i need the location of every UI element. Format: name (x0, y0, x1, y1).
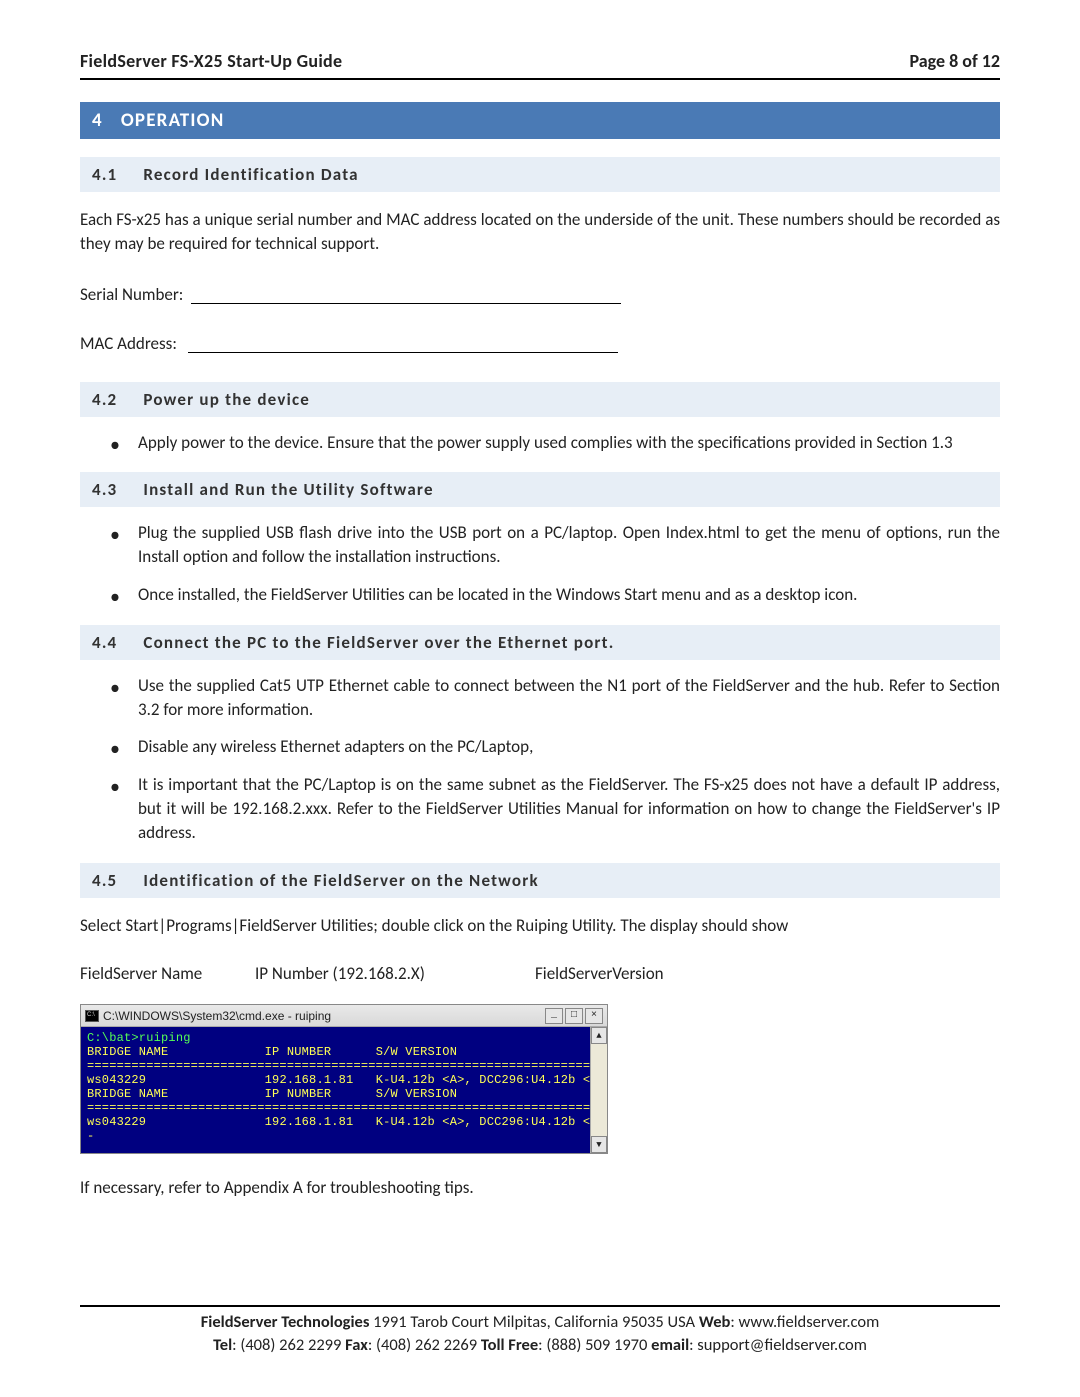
close-button[interactable]: × (585, 1008, 603, 1024)
minimize-button[interactable]: _ (545, 1008, 563, 1024)
doc-title: FieldServer FS-X25 Start-Up Guide (80, 50, 342, 72)
footer-text: FieldServer Technologies 1991 Tarob Cour… (80, 1311, 1000, 1357)
footer-tollfree: : (888) 509 1970 (538, 1335, 651, 1355)
footer-tollfree-label: Toll Free (481, 1335, 538, 1355)
cmd-hdr-bridge: BRIDGE NAME (87, 1087, 168, 1101)
col-fs-name: FieldServer Name (80, 963, 255, 984)
list-item: Plug the supplied USB flash drive into t… (110, 521, 1000, 569)
subsection-number: 4.4 (92, 632, 117, 653)
s41-paragraph: Each FS-x25 has a unique serial number a… (80, 208, 1000, 256)
scroll-down-icon[interactable]: ▼ (591, 1136, 607, 1153)
page-number: Page 8 of 12 (910, 50, 1000, 72)
cmd-row-ver: K-U4.12b <A>, DCC296:U4.12b <A> (376, 1073, 590, 1087)
cmd-hdr-bridge: BRIDGE NAME (87, 1045, 168, 1059)
page-header: FieldServer FS-X25 Start-Up Guide Page 8… (80, 50, 1000, 72)
section-number: 4 (92, 109, 103, 132)
mac-address-field: MAC Address: (80, 333, 1000, 354)
cmd-row-ver: K-U4.12b <A>, DCC296:U4.12b <A> (376, 1115, 590, 1129)
cmd-hdr-sv: S/W VERSION (376, 1045, 457, 1059)
footer-rule (80, 1305, 1000, 1307)
list-item: Disable any wireless Ethernet adapters o… (110, 735, 1000, 759)
cmd-row-name: ws043229 (87, 1115, 146, 1129)
subsection-4-5-banner: 4.5 Identification of the FieldServer on… (80, 863, 1000, 898)
subsection-title: Identification of the FieldServer on the… (143, 870, 538, 891)
page-footer: FieldServer Technologies 1991 Tarob Cour… (80, 1305, 1000, 1357)
cmd-cursor: - (87, 1129, 94, 1143)
cmd-hdr-sv: S/W VERSION (376, 1087, 457, 1101)
cmd-title: C:\WINDOWS\System32\cmd.exe - ruiping (103, 1009, 331, 1023)
s45-paragraph: Select Start|Programs|FieldServer Utilit… (80, 914, 1000, 938)
subsection-4-4-banner: 4.4 Connect the PC to the FieldServer ov… (80, 625, 1000, 660)
cmd-row-ip: 192.168.1.81 (265, 1073, 354, 1087)
cmd-window: C:\WINDOWS\System32\cmd.exe - ruiping _ … (80, 1004, 608, 1154)
footer-web: : www.fieldserver.com (730, 1312, 879, 1332)
s44-bullets: Use the supplied Cat5 UTP Ethernet cable… (110, 674, 1000, 845)
s42-bullets: Apply power to the device. Ensure that t… (110, 431, 1000, 455)
section-title: OPERATION (121, 109, 225, 132)
s43-bullets: Plug the supplied USB flash drive into t… (110, 521, 1000, 606)
subsection-number: 4.1 (92, 164, 117, 185)
serial-blank-line (191, 303, 621, 304)
list-item: Apply power to the device. Ensure that t… (110, 431, 1000, 455)
col-fs-version: FieldServerVersion (535, 963, 664, 984)
maximize-button[interactable]: □ (565, 1008, 583, 1024)
subsection-number: 4.3 (92, 479, 117, 500)
footer-email-label: email (651, 1335, 689, 1355)
serial-label: Serial Number: (80, 284, 191, 305)
subsection-4-1-banner: 4.1 Record Identification Data (80, 157, 1000, 192)
subsection-number: 4.5 (92, 870, 117, 891)
col-ip-number: IP Number (192.168.2.X) (255, 963, 535, 984)
subsection-number: 4.2 (92, 389, 117, 410)
subsection-4-2-banner: 4.2 Power up the device (80, 382, 1000, 417)
list-item: Once installed, the FieldServer Utilitie… (110, 583, 1000, 607)
footer-tel: : (408) 262 2299 (232, 1335, 345, 1355)
cmd-row-ip: 192.168.1.81 (265, 1115, 354, 1129)
footer-tel-label: Tel (213, 1335, 232, 1355)
footer-fax: : (408) 262 2269 (368, 1335, 481, 1355)
subsection-title: Record Identification Data (143, 164, 358, 185)
document-page: FieldServer FS-X25 Start-Up Guide Page 8… (0, 0, 1080, 1397)
footer-address: 1991 Tarob Court Milpitas, California 95… (369, 1312, 698, 1332)
s45-after: If necessary, refer to Appendix A for tr… (80, 1176, 1000, 1200)
list-item: It is important that the PC/Laptop is on… (110, 773, 1000, 844)
ruiping-columns: FieldServer Name IP Number (192.168.2.X)… (80, 963, 1000, 984)
list-item: Use the supplied Cat5 UTP Ethernet cable… (110, 674, 1000, 722)
footer-web-label: Web (699, 1312, 731, 1332)
cmd-row-name: ws043229 (87, 1073, 146, 1087)
fill-in-fields: Serial Number: MAC Address: (80, 284, 1000, 354)
window-buttons: _ □ × (545, 1008, 603, 1024)
cmd-body: C:\bat>ruiping BRIDGE NAME IP NUMBER S/W… (81, 1027, 607, 1153)
subsection-title: Connect the PC to the FieldServer over t… (143, 632, 614, 653)
subsection-title: Power up the device (143, 389, 310, 410)
footer-email: : support@fieldserver.com (689, 1335, 867, 1355)
cmd-prompt-line: C:\bat>ruiping (87, 1031, 191, 1045)
cmd-scrollbar[interactable]: ▲ ▼ (590, 1027, 607, 1153)
footer-company: FieldServer Technologies (201, 1312, 370, 1332)
header-rule (80, 78, 1000, 80)
scroll-up-icon[interactable]: ▲ (591, 1027, 607, 1044)
subsection-4-3-banner: 4.3 Install and Run the Utility Software (80, 472, 1000, 507)
cmd-output: C:\bat>ruiping BRIDGE NAME IP NUMBER S/W… (81, 1027, 590, 1153)
subsection-title: Install and Run the Utility Software (143, 479, 433, 500)
cmd-titlebar: C:\WINDOWS\System32\cmd.exe - ruiping _ … (81, 1005, 607, 1027)
footer-fax-label: Fax (345, 1335, 368, 1355)
cmd-hdr-ip: IP NUMBER (265, 1087, 332, 1101)
mac-label: MAC Address: (80, 333, 188, 354)
section-4-banner: 4 OPERATION (80, 102, 1000, 139)
serial-number-field: Serial Number: (80, 284, 1000, 305)
mac-blank-line (188, 352, 618, 353)
cmd-hdr-ip: IP NUMBER (265, 1045, 332, 1059)
cmd-icon (85, 1010, 99, 1022)
